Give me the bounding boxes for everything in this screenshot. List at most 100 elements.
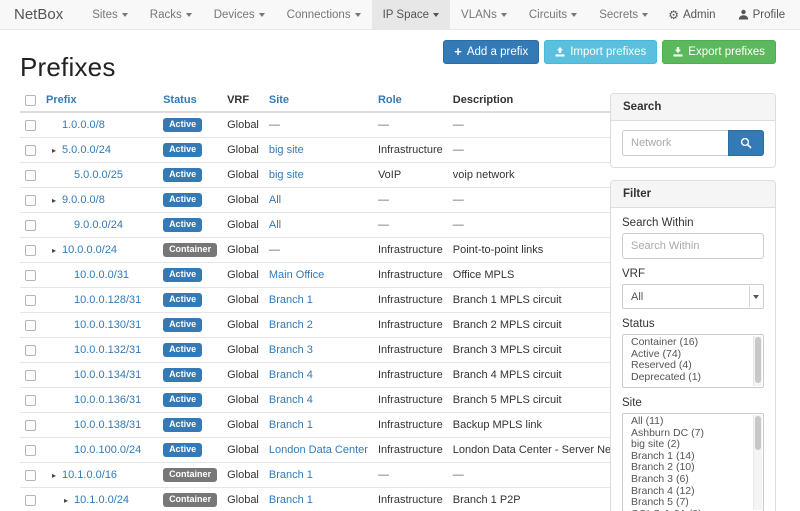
site-link[interactable]: Branch 1 <box>269 419 313 431</box>
row-checkbox[interactable] <box>25 145 36 156</box>
site-link[interactable]: Main Office <box>269 269 324 281</box>
role-empty: — <box>378 219 389 231</box>
status-badge: Active <box>163 293 202 307</box>
site-link[interactable]: Branch 2 <box>269 319 313 331</box>
column-header-prefix[interactable]: Prefix <box>41 89 158 112</box>
vrf-value: Global <box>227 119 259 131</box>
nav-item-circuits[interactable]: Circuits <box>518 0 588 29</box>
prefix-link[interactable]: 10.1.0.0/24 <box>74 494 129 506</box>
nav-item-connections[interactable]: Connections <box>276 0 372 29</box>
site-link[interactable]: big site <box>269 144 304 156</box>
row-checkbox[interactable] <box>25 170 36 181</box>
row-checkbox[interactable] <box>25 420 36 431</box>
site-option[interactable]: Branch 5 (7) <box>623 497 763 509</box>
nav-item-label: Sites <box>92 9 118 21</box>
row-checkbox[interactable] <box>25 495 36 506</box>
nav-item-sites[interactable]: Sites <box>81 0 139 29</box>
prefix-link[interactable]: 10.0.0.136/31 <box>74 394 141 406</box>
search-button[interactable] <box>728 130 764 156</box>
vrf-select[interactable]: All <box>622 284 764 309</box>
row-checkbox[interactable] <box>25 195 36 206</box>
search-within-input[interactable] <box>622 233 764 259</box>
prefix-row: ▸5.0.0.0/24ActiveGlobalbig siteInfrastru… <box>20 138 642 163</box>
site-option[interactable]: All (11) <box>623 416 763 428</box>
profile-menu-item[interactable]: Profile <box>729 9 795 21</box>
nav-item-racks[interactable]: Racks <box>139 0 203 29</box>
site-link[interactable]: All <box>269 194 281 206</box>
site-link[interactable]: Branch 1 <box>269 294 313 306</box>
prefix-link[interactable]: 10.0.0.132/31 <box>74 344 141 356</box>
site-link[interactable]: Branch 3 <box>269 344 313 356</box>
prefix-row: 9.0.0.0/24ActiveGlobalAll—— <box>20 213 642 238</box>
row-checkbox[interactable] <box>25 120 36 131</box>
prefix-link[interactable]: 5.0.0.0/25 <box>74 169 123 181</box>
export-prefixes-button[interactable]: Export prefixes <box>662 40 776 64</box>
status-badge: Active <box>163 168 202 182</box>
row-checkbox[interactable] <box>25 345 36 356</box>
prefix-link[interactable]: 1.0.0.0/8 <box>62 119 105 131</box>
prefix-link[interactable]: 10.0.100.0/24 <box>74 444 141 456</box>
status-option[interactable]: Container (16) <box>623 337 763 349</box>
search-input[interactable] <box>622 130 728 156</box>
site-link[interactable]: big site <box>269 169 304 181</box>
prefix-link[interactable]: 9.0.0.0/24 <box>74 219 123 231</box>
download-icon <box>673 47 683 57</box>
status-multiselect[interactable]: Container (16)Active (74)Reserved (4)Dep… <box>622 334 764 388</box>
site-link[interactable]: Branch 4 <box>269 369 313 381</box>
vrf-value: Global <box>227 269 259 281</box>
import-prefixes-button[interactable]: Import prefixes <box>544 40 657 64</box>
nav-item-label: Racks <box>150 9 182 21</box>
column-header-role[interactable]: Role <box>373 89 448 112</box>
status-option[interactable]: Deprecated (1) <box>623 372 763 384</box>
prefix-link[interactable]: 9.0.0.0/8 <box>62 194 105 206</box>
site-link[interactable]: Branch 4 <box>269 394 313 406</box>
brand-logo[interactable]: NetBox <box>14 0 63 29</box>
prefix-link[interactable]: 10.0.0.128/31 <box>74 294 141 306</box>
nav-item-label: Connections <box>287 9 351 21</box>
column-header-site[interactable]: Site <box>264 89 373 112</box>
select-all-checkbox[interactable] <box>25 95 36 106</box>
row-checkbox[interactable] <box>25 295 36 306</box>
row-checkbox[interactable] <box>25 445 36 456</box>
prefix-row: 10.0.100.0/24ActiveGlobalLondon Data Cen… <box>20 438 642 463</box>
scrollbar[interactable] <box>753 336 762 386</box>
description-value: Branch 3 MPLS circuit <box>453 344 562 356</box>
prefix-link[interactable]: 10.0.0.130/31 <box>74 319 141 331</box>
site-link[interactable]: London Data Center <box>269 444 368 456</box>
row-checkbox[interactable] <box>25 470 36 481</box>
nav-item-vlans[interactable]: VLANs <box>450 0 518 29</box>
prefix-link[interactable]: 10.0.0.138/31 <box>74 419 141 431</box>
vrf-value: Global <box>227 219 259 231</box>
site-option[interactable]: Branch 3 (6) <box>623 474 763 486</box>
row-checkbox[interactable] <box>25 320 36 331</box>
site-link[interactable]: Branch 1 <box>269 469 313 481</box>
row-checkbox[interactable] <box>25 270 36 281</box>
prefix-link[interactable]: 10.0.0.0/31 <box>74 269 129 281</box>
prefix-row: 5.0.0.0/25ActiveGlobalbig siteVoIPvoip n… <box>20 163 642 188</box>
prefix-link[interactable]: 10.1.0.0/16 <box>62 469 117 481</box>
status-badge: Active <box>163 268 202 282</box>
scrollbar[interactable] <box>753 415 762 510</box>
nav-item-label: Devices <box>214 9 255 21</box>
nav-item-label: IP Space <box>383 9 429 21</box>
nav-item-secrets[interactable]: Secrets <box>588 0 659 29</box>
row-checkbox[interactable] <box>25 395 36 406</box>
nav-item-devices[interactable]: Devices <box>203 0 276 29</box>
nav-item-ip-space[interactable]: IP Space <box>372 0 450 29</box>
site-link[interactable]: All <box>269 219 281 231</box>
row-checkbox[interactable] <box>25 220 36 231</box>
column-header-status[interactable]: Status <box>158 89 222 112</box>
site-multiselect[interactable]: All (11)Ashburn DC (7)big site (2)Branch… <box>622 413 764 511</box>
vrf-value: Global <box>227 494 259 506</box>
prefix-link[interactable]: 5.0.0.0/24 <box>62 144 111 156</box>
row-checkbox[interactable] <box>25 370 36 381</box>
site-link[interactable]: Branch 1 <box>269 494 313 506</box>
prefix-link[interactable]: 10.0.0.0/24 <box>62 244 117 256</box>
row-checkbox[interactable] <box>25 245 36 256</box>
prefix-row: 1.0.0.0/8ActiveGlobal——— <box>20 112 642 138</box>
search-icon <box>740 137 752 149</box>
add-prefix-button[interactable]: + Add a prefix <box>443 40 539 64</box>
filter-panel-title: Filter <box>611 181 775 208</box>
prefix-link[interactable]: 10.0.0.134/31 <box>74 369 141 381</box>
admin-menu-item[interactable]: ⚙Admin <box>659 9 724 21</box>
